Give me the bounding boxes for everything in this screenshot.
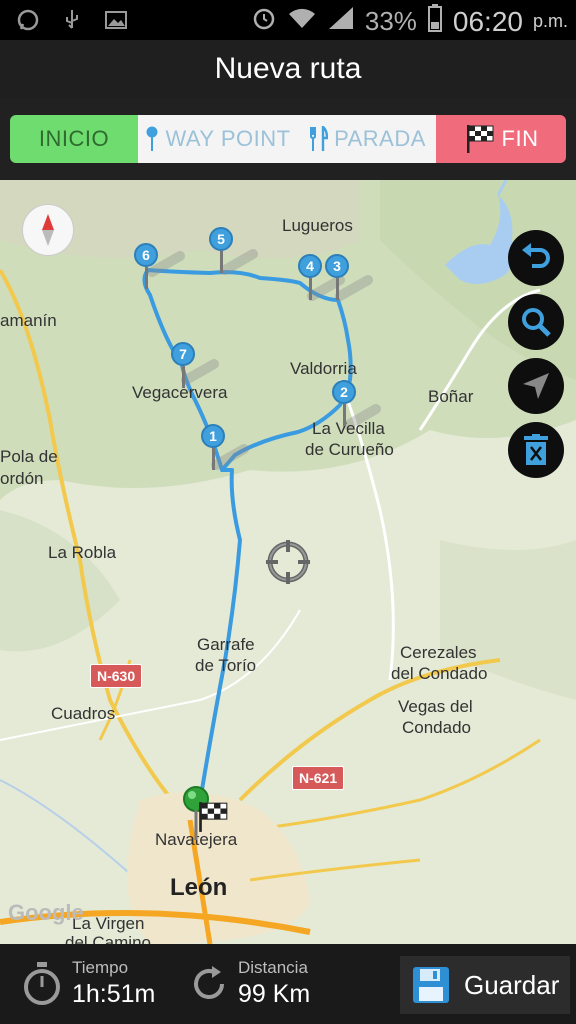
crosshair-icon [266,540,310,584]
map-label-cerezales: Cerezales [400,643,477,662]
map-label-gordon: ordón [0,469,44,488]
clock-time: 06:20 [452,5,523,37]
waypoint-pin-3[interactable]: 3 [325,254,349,300]
time-label: Tiempo [72,958,129,977]
road-badge-n630: N-630 [90,664,143,688]
map-label-lugueros: Lugueros [282,216,353,235]
map-label-la-robla: La Robla [48,543,117,562]
zoom-icon [522,308,551,337]
delete-button[interactable] [508,422,564,478]
battery-icon [427,4,443,39]
fork-knife-icon [310,126,329,151]
inicio-button[interactable]: INICIO [10,115,138,163]
signal-icon [327,5,355,38]
zoom-button[interactable] [508,294,564,350]
distance-value: 99 Km [238,980,311,1008]
status-bar: 33% 06:20 p.m. [0,0,576,40]
fin-button[interactable]: FIN [436,115,566,163]
page-title: Nueva ruta [214,52,362,85]
waypoint-pin-2[interactable]: 2 [332,380,356,426]
waypoint-pin-5[interactable]: 5 [209,227,233,273]
map-label-garrafe: Garrafe [197,635,255,654]
clock-ampm: p.m. [532,11,568,31]
map-label-vegacervera: Vegacervera [132,383,228,402]
map-label-la-vecilla: La Vecilla [312,419,385,438]
map-label-pola: Pola de [0,447,58,466]
whatsapp-icon [14,6,42,34]
waypoint-pin-1[interactable]: 1 [201,424,225,470]
save-label: Guardar [464,969,560,1000]
page-title-bar: Nueva ruta [0,40,576,98]
route-map[interactable]: Lugueros Valdorria Boñar Vegacervera La … [0,180,576,944]
wifi-icon [287,6,317,37]
locate-icon [523,373,549,399]
time-value: 1h:51m [72,980,156,1008]
map-label-vegas: Vegas del [398,697,473,716]
waypoint-pin-4[interactable]: 4 [298,254,322,300]
checkered-flag-icon [466,125,494,153]
usb-icon [58,6,86,34]
waypoint-label: WAY POINT [165,126,291,151]
map-label-condado: Condado [402,718,472,737]
undo-icon [522,243,550,268]
time-stat: Tiempo 1h:51m [22,958,155,1009]
compass-button[interactable] [22,204,74,256]
waypoint-pin-6[interactable]: 6 [134,243,158,289]
compass-icon [42,214,54,246]
map-label-namanin: amanín [0,311,57,330]
map-label-del-condado: del Condado [391,664,488,683]
route-summary-bar: Tiempo 1h:51m Distancia 99 Km Guardar [0,944,576,1024]
floppy-disk-icon [413,967,449,1003]
pin-icon [146,126,158,151]
map-label-del-camino: del Camino [65,933,151,944]
parada-button[interactable]: PARADA [298,115,436,163]
battery-percent: 33% [364,6,417,36]
map-label-cuadros: Cuadros [51,704,116,723]
save-button[interactable]: Guardar [400,956,570,1014]
road-badge-n621: N-621 [292,766,345,790]
locate-button[interactable] [508,358,564,414]
trash-icon [524,434,548,465]
fin-label: FIN [501,126,539,151]
map-label-leon: León [170,874,228,901]
finish-flag-marker[interactable] [196,800,230,834]
alarm-icon [251,5,277,38]
map-label-bonar: Boñar [428,387,474,406]
google-watermark: Google [8,900,84,925]
distance-label: Distancia [238,958,308,977]
waypoint-pin-7[interactable]: 7 [171,342,195,388]
refresh-icon [194,965,224,999]
image-icon [102,6,130,34]
parada-label: PARADA [334,126,426,151]
map-label-valdorria: Valdorria [290,359,357,378]
route-point-toolbar: INICIO WAY POINT PARADA FIN [0,98,576,180]
inicio-label: INICIO [38,126,110,151]
map-label-de-curueno: de Curueño [305,440,394,459]
waypoint-button[interactable]: WAY POINT [138,115,298,163]
undo-button[interactable] [508,230,564,286]
stopwatch-icon [24,961,60,1005]
map-label-de-torio: de Torío [195,656,257,675]
distance-stat: Distancia 99 Km [188,958,310,1009]
